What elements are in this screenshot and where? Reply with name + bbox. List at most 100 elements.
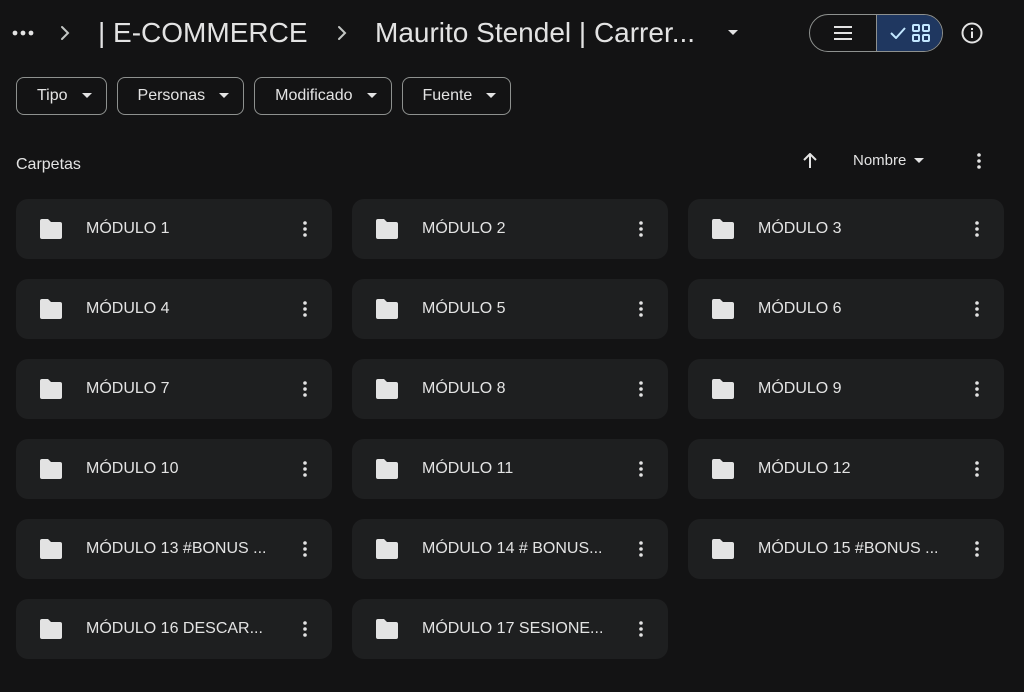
grid-icon	[911, 24, 930, 42]
folder-icon	[376, 539, 398, 559]
section-title: Carpetas	[16, 156, 81, 173]
caret-down-icon	[486, 93, 497, 98]
folder-item[interactable]: MÓDULO 12	[688, 439, 1004, 499]
breadcrumb-current[interactable]: Maurito Stendel | Carrer...	[375, 14, 695, 52]
folder-item[interactable]: MÓDULO 3	[688, 199, 1004, 259]
folder-item[interactable]: MÓDULO 10	[16, 439, 332, 499]
folder-name: MÓDULO 9	[758, 380, 842, 397]
more-vertical-icon[interactable]	[631, 378, 651, 400]
folder-name: MÓDULO 5	[422, 300, 506, 317]
folder-item[interactable]: MÓDULO 9	[688, 359, 1004, 419]
more-vertical-icon[interactable]	[295, 298, 315, 320]
folder-item[interactable]: MÓDULO 14 # BONUS...	[352, 519, 668, 579]
filter-chip-modified[interactable]: Modificado	[254, 77, 392, 115]
folder-name: MÓDULO 12	[758, 460, 851, 477]
more-vertical-icon[interactable]	[631, 458, 651, 480]
sort-by-button[interactable]: Nombre	[853, 152, 925, 169]
folder-name: MÓDULO 7	[86, 380, 170, 397]
folder-icon	[40, 619, 62, 639]
caret-down-icon[interactable]	[722, 22, 744, 44]
filter-chip-source[interactable]: Fuente	[401, 77, 512, 115]
folder-item[interactable]: MÓDULO 2	[352, 199, 668, 259]
folder-icon	[40, 379, 62, 399]
more-vertical-icon[interactable]	[967, 218, 987, 240]
more-vertical-icon[interactable]	[631, 618, 651, 640]
filter-chip-label: Tipo	[37, 87, 68, 104]
folder-name: MÓDULO 16 DESCAR...	[86, 620, 263, 637]
folder-icon	[40, 459, 62, 479]
filter-chip-label: Modificado	[275, 87, 353, 104]
chevron-right-icon	[332, 22, 352, 44]
folder-icon	[376, 219, 398, 239]
grid-view-button[interactable]	[876, 15, 942, 51]
folder-item[interactable]: MÓDULO 15 #BONUS ...	[688, 519, 1004, 579]
more-vertical-icon[interactable]	[631, 298, 651, 320]
top-bar: | E-COMMERCE Maurito Stendel | Carrer...	[0, 0, 1024, 66]
folder-icon	[376, 299, 398, 319]
view-toggle	[809, 14, 943, 52]
more-vertical-icon[interactable]	[967, 538, 987, 560]
folder-icon	[712, 299, 734, 319]
folder-name: MÓDULO 4	[86, 300, 170, 317]
filter-chip-people[interactable]: Personas	[116, 77, 245, 115]
more-vertical-icon[interactable]	[295, 538, 315, 560]
folder-name: MÓDULO 2	[422, 220, 506, 237]
more-horizontal-icon[interactable]	[10, 22, 36, 44]
breadcrumb-parent[interactable]: | E-COMMERCE	[98, 14, 308, 52]
folder-icon	[376, 619, 398, 639]
filter-bar: Tipo Personas Modificado Fuente	[16, 77, 512, 115]
folder-icon	[712, 379, 734, 399]
caret-down-icon	[219, 93, 230, 98]
filter-chip-label: Fuente	[422, 87, 473, 104]
folder-item[interactable]: MÓDULO 5	[352, 279, 668, 339]
more-vertical-icon[interactable]	[967, 378, 987, 400]
folder-name: MÓDULO 14 # BONUS...	[422, 540, 603, 557]
list-icon	[834, 26, 852, 40]
folder-icon	[376, 459, 398, 479]
caret-down-icon	[914, 157, 925, 163]
check-icon	[889, 27, 906, 39]
folder-grid: MÓDULO 1 MÓDULO 2 MÓDULO 3 MÓDULO 4 MÓDULO 5…	[16, 199, 1004, 659]
sort-by-label: Nombre	[853, 152, 907, 169]
folder-item[interactable]: MÓDULO 1	[16, 199, 332, 259]
folder-name: MÓDULO 17 SESIONE...	[422, 620, 604, 637]
folder-icon	[40, 219, 62, 239]
more-vertical-icon[interactable]	[295, 218, 315, 240]
folder-icon	[712, 459, 734, 479]
folder-item[interactable]: MÓDULO 4	[16, 279, 332, 339]
filter-chip-type[interactable]: Tipo	[16, 77, 107, 115]
folder-item[interactable]: MÓDULO 11	[352, 439, 668, 499]
more-vertical-icon[interactable]	[967, 458, 987, 480]
folder-name: MÓDULO 15 #BONUS ...	[758, 540, 939, 557]
caret-down-icon	[81, 93, 92, 98]
chevron-right-icon	[55, 22, 75, 44]
folder-icon	[712, 219, 734, 239]
more-vertical-icon[interactable]	[295, 618, 315, 640]
folder-name: MÓDULO 1	[86, 220, 170, 237]
folder-name: MÓDULO 13 #BONUS ...	[86, 540, 267, 557]
folder-item[interactable]: MÓDULO 13 #BONUS ...	[16, 519, 332, 579]
folder-item[interactable]: MÓDULO 6	[688, 279, 1004, 339]
more-vertical-icon[interactable]	[631, 538, 651, 560]
more-vertical-icon[interactable]	[631, 218, 651, 240]
folder-item[interactable]: MÓDULO 7	[16, 359, 332, 419]
folder-name: MÓDULO 11	[422, 460, 514, 477]
more-vertical-icon[interactable]	[295, 378, 315, 400]
more-vertical-icon[interactable]	[967, 298, 987, 320]
folder-item[interactable]: MÓDULO 16 DESCAR...	[16, 599, 332, 659]
info-icon[interactable]	[958, 19, 986, 47]
sort-direction-arrow-up-icon[interactable]	[799, 150, 821, 172]
folder-name: MÓDULO 8	[422, 380, 506, 397]
folder-item[interactable]: MÓDULO 8	[352, 359, 668, 419]
folder-item[interactable]: MÓDULO 17 SESIONE...	[352, 599, 668, 659]
list-view-button[interactable]	[810, 15, 876, 51]
folder-name: MÓDULO 3	[758, 220, 842, 237]
more-vertical-icon[interactable]	[968, 150, 990, 172]
folder-name: MÓDULO 10	[86, 460, 179, 477]
filter-chip-label: Personas	[137, 87, 206, 104]
folder-name: MÓDULO 6	[758, 300, 842, 317]
folder-icon	[712, 539, 734, 559]
folder-icon	[40, 299, 62, 319]
caret-down-icon	[366, 93, 377, 98]
more-vertical-icon[interactable]	[295, 458, 315, 480]
